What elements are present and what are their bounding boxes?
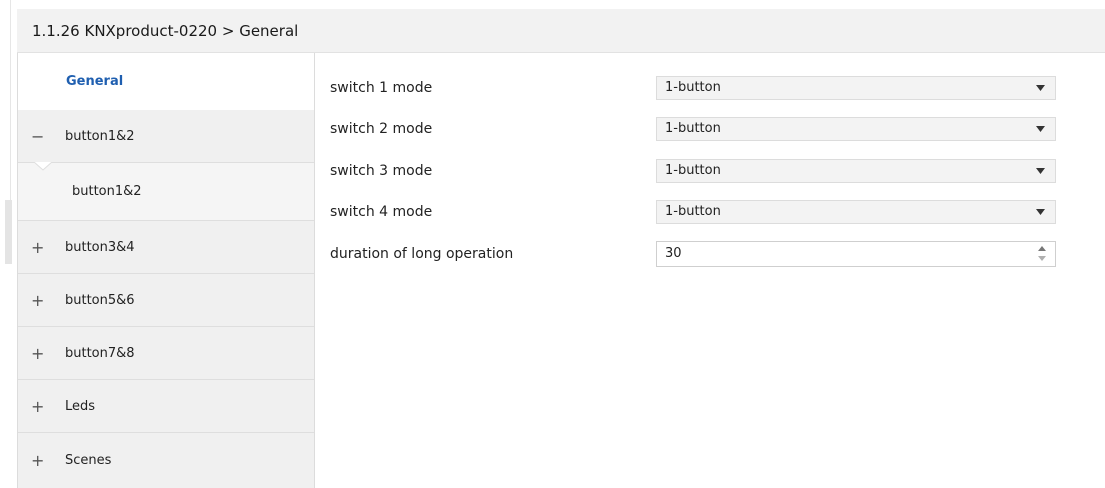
sidebar-group-button3-4[interactable]: + button3&4 <box>18 221 314 274</box>
sidebar-item-label: General <box>66 74 124 89</box>
switch-2-mode-dropdown[interactable]: 1-button <box>656 117 1056 141</box>
plus-icon[interactable]: + <box>31 274 44 326</box>
sidebar-subitem-button1-2[interactable]: button1&2 <box>18 162 314 221</box>
switch-1-mode-dropdown[interactable]: 1-button <box>656 76 1056 100</box>
input-value: 30 <box>665 246 682 261</box>
sidebar-group-label: button7&8 <box>65 345 135 361</box>
param-label-switch-1-mode: switch 1 mode <box>330 80 433 96</box>
left-edge-handle[interactable] <box>5 200 12 264</box>
tree-notch-icon <box>34 162 52 171</box>
param-label-switch-2-mode: switch 2 mode <box>330 121 433 137</box>
spin-arrows-icon <box>1037 245 1047 263</box>
caret-down-icon <box>1036 85 1045 91</box>
sidebar: General − button1&2 button1&2 + button3&… <box>17 53 315 488</box>
switch-4-mode-dropdown[interactable]: 1-button <box>656 200 1056 224</box>
page-title: 1.1.26 KNXproduct-0220 > General <box>32 22 299 40</box>
dropdown-value: 1-button <box>665 121 721 136</box>
caret-down-icon <box>1036 126 1045 132</box>
header-bar: 1.1.26 KNXproduct-0220 > General <box>17 9 1105 53</box>
sidebar-group-button5-6[interactable]: + button5&6 <box>18 274 314 327</box>
dropdown-value: 1-button <box>665 163 721 178</box>
dropdown-value: 1-button <box>665 204 721 219</box>
plus-icon[interactable]: + <box>31 221 44 273</box>
parameter-panel: switch 1 mode 1-button switch 2 mode 1-b… <box>315 53 1105 488</box>
sidebar-group-leds[interactable]: + Leds <box>18 380 314 433</box>
sidebar-item-label: button1&2 <box>72 184 142 199</box>
param-label-switch-3-mode: switch 3 mode <box>330 163 433 179</box>
sidebar-group-button7-8[interactable]: + button7&8 <box>18 327 314 380</box>
sidebar-group-label: Scenes <box>65 453 112 468</box>
sidebar-group-label: button5&6 <box>65 292 135 308</box>
sidebar-group-label: button3&4 <box>65 239 135 255</box>
plus-icon[interactable]: + <box>31 327 44 379</box>
sidebar-group-scenes[interactable]: + Scenes <box>18 433 314 488</box>
duration-long-operation-input[interactable]: 30 <box>656 241 1056 267</box>
spin-up-icon[interactable] <box>1037 245 1047 252</box>
sidebar-group-label: Leds <box>65 398 96 414</box>
param-label-switch-4-mode: switch 4 mode <box>330 204 433 220</box>
sidebar-group-button1-2[interactable]: − button1&2 <box>18 110 314 163</box>
param-label-duration-long-operation: duration of long operation <box>330 246 514 262</box>
dropdown-value: 1-button <box>665 80 721 95</box>
app-window: 1.1.26 KNXproduct-0220 > General General… <box>0 0 1105 488</box>
plus-icon[interactable]: + <box>31 433 44 488</box>
caret-down-icon <box>1036 209 1045 215</box>
left-edge-panel <box>0 0 11 200</box>
sidebar-group-label: button1&2 <box>65 128 135 144</box>
plus-icon[interactable]: + <box>31 380 44 432</box>
switch-3-mode-dropdown[interactable]: 1-button <box>656 159 1056 183</box>
minus-icon[interactable]: − <box>31 110 44 162</box>
sidebar-item-general[interactable]: General <box>18 53 314 110</box>
spin-down-icon[interactable] <box>1037 255 1047 262</box>
caret-down-icon <box>1036 168 1045 174</box>
